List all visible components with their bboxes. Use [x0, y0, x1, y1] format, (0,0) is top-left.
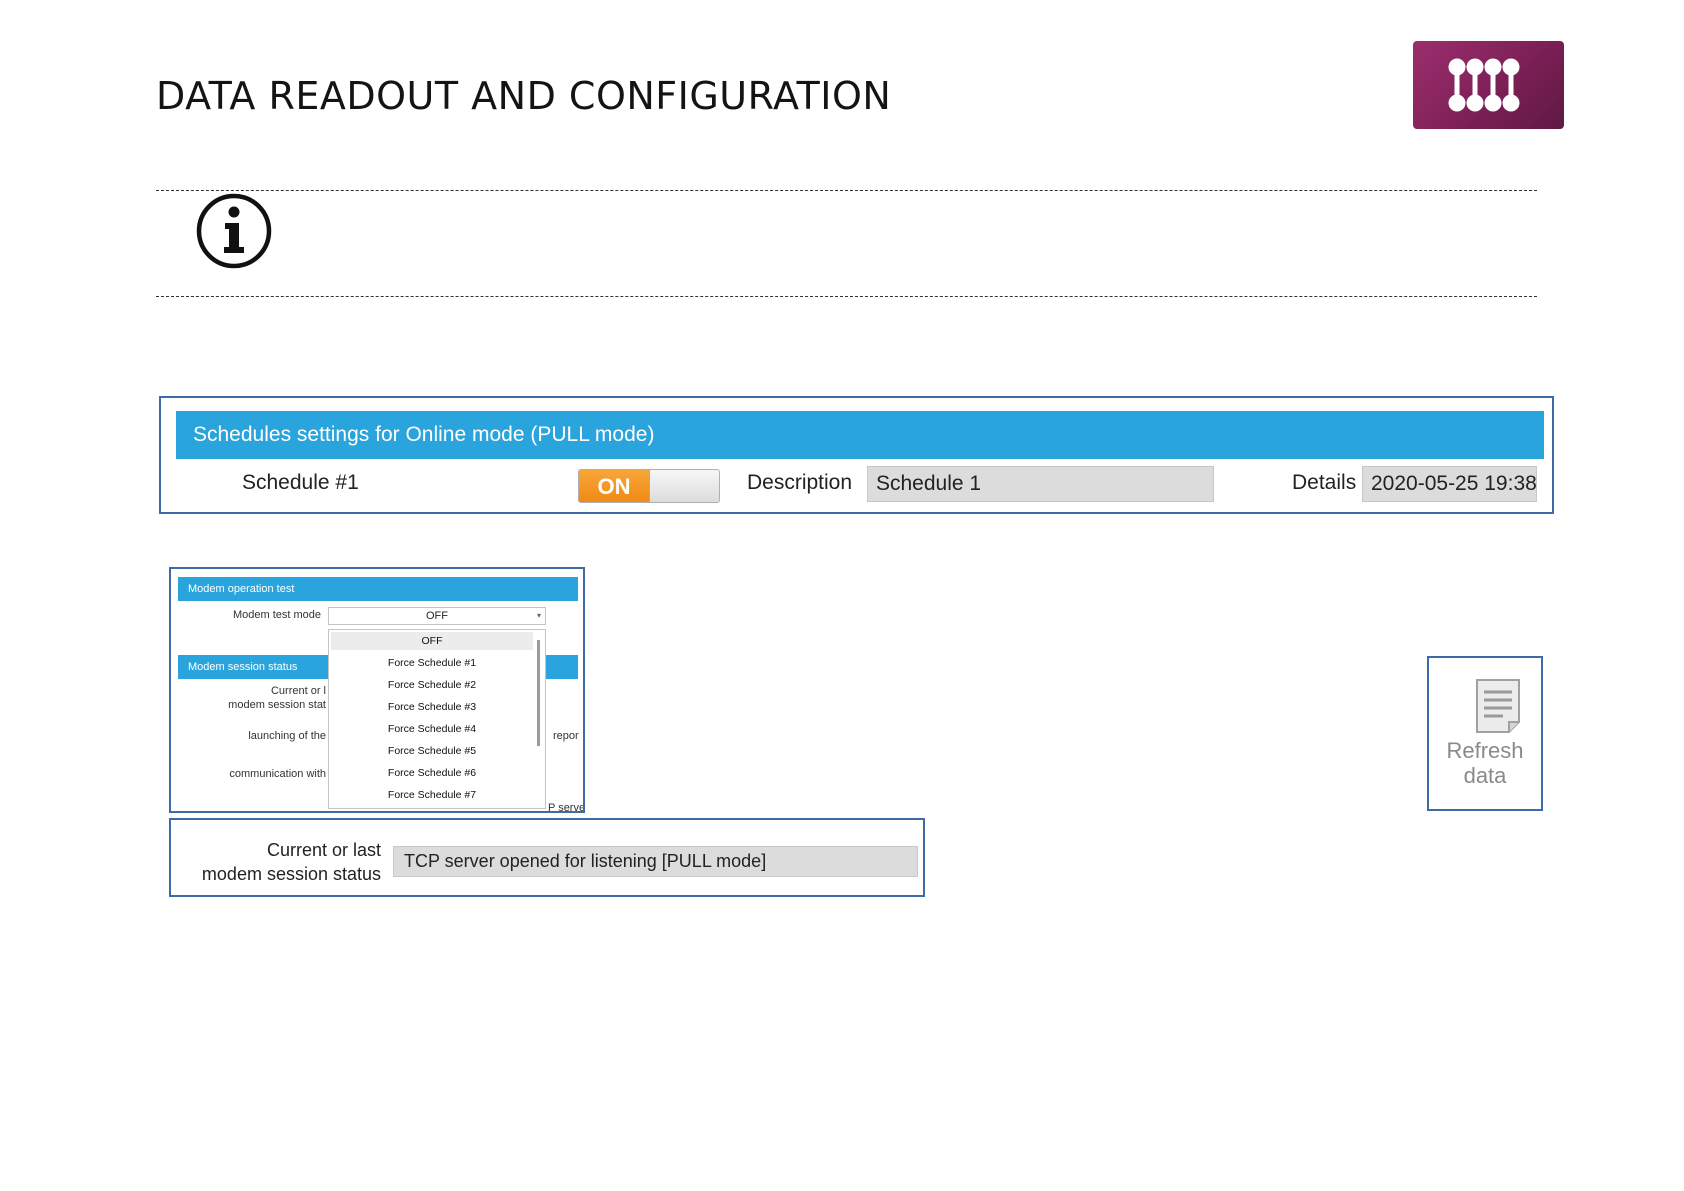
dropdown-option[interactable]: Force Schedule #7: [331, 786, 533, 804]
refresh-data-button[interactable]: Refresh data: [1427, 656, 1543, 811]
dropdown-option[interactable]: Force Schedule #4: [331, 720, 533, 738]
dropdown-option[interactable]: Force Schedule #3: [331, 698, 533, 716]
info-circle-icon: [195, 192, 273, 270]
modem-panel: Modem operation test Modem test mode OFF…: [169, 567, 585, 813]
right-report-text: repor: [553, 730, 579, 742]
modem-test-mode-dropdown: OFF Force Schedule #1 Force Schedule #2 …: [328, 629, 546, 809]
refresh-label-line2: data: [1463, 763, 1507, 788]
schedule-label: Schedule #1: [242, 471, 359, 494]
dropdown-option[interactable]: Force Schedule #1: [331, 654, 533, 672]
top-divider: [156, 190, 1537, 191]
row-current-label-a: Current or l: [270, 685, 326, 697]
modem-test-mode-value: OFF: [426, 610, 448, 622]
circuit-dots-logo: [1448, 58, 1520, 112]
session-status-label-line2: modem session status: [201, 864, 381, 884]
scrollbar-thumb[interactable]: [537, 640, 540, 746]
right-server-text: P server: [548, 802, 585, 813]
schedules-panel: Schedules settings for Online mode (PULL…: [159, 396, 1554, 514]
row-current-label-b: modem session stat: [228, 699, 326, 711]
modem-operation-header: Modem operation test: [178, 577, 578, 601]
toggle-on-label: ON: [579, 470, 649, 502]
description-label: Description: [747, 471, 853, 494]
description-field[interactable]: Schedule 1: [867, 466, 1214, 502]
schedule-toggle[interactable]: ON: [578, 469, 720, 503]
bottom-divider: [156, 296, 1537, 297]
session-status-label-line1: Current or last: [266, 840, 381, 860]
modem-test-mode-label: Modem test mode: [232, 609, 321, 621]
refresh-label-line1: Refresh: [1446, 738, 1524, 763]
document-icon: [1476, 679, 1520, 733]
schedule-row: Schedule #1 ON Description Schedule 1 De…: [176, 459, 1544, 509]
details-field[interactable]: 2020-05-25 19:38:00, 0, 001010: [1362, 466, 1537, 502]
dropdown-scrollbar[interactable]: [535, 632, 543, 808]
details-label: Details: [1292, 471, 1357, 494]
toggle-knob: [649, 470, 719, 502]
page-title: DATA READOUT AND CONFIGURATION: [156, 74, 892, 118]
dropdown-option[interactable]: OFF: [331, 632, 533, 650]
chevron-down-icon: ▾: [536, 611, 541, 620]
row-communication-label: communication with: [229, 768, 326, 780]
dropdown-option[interactable]: Force Schedule #2: [331, 676, 533, 694]
session-status-label: Current or last modem session status: [181, 838, 381, 886]
session-status-field[interactable]: TCP server opened for listening [PULL mo…: [393, 846, 918, 877]
refresh-data-label: Refresh data: [1429, 738, 1541, 788]
modem-test-mode-select[interactable]: OFF ▾: [328, 607, 546, 625]
company-logo: [1413, 41, 1564, 129]
row-launching-label: launching of the: [248, 730, 326, 742]
session-status-panel: Current or last modem session status TCP…: [169, 818, 925, 897]
dropdown-option[interactable]: Force Schedule #5: [331, 742, 533, 760]
schedules-header: Schedules settings for Online mode (PULL…: [176, 411, 1544, 459]
dropdown-option[interactable]: Force Schedule #6: [331, 764, 533, 782]
